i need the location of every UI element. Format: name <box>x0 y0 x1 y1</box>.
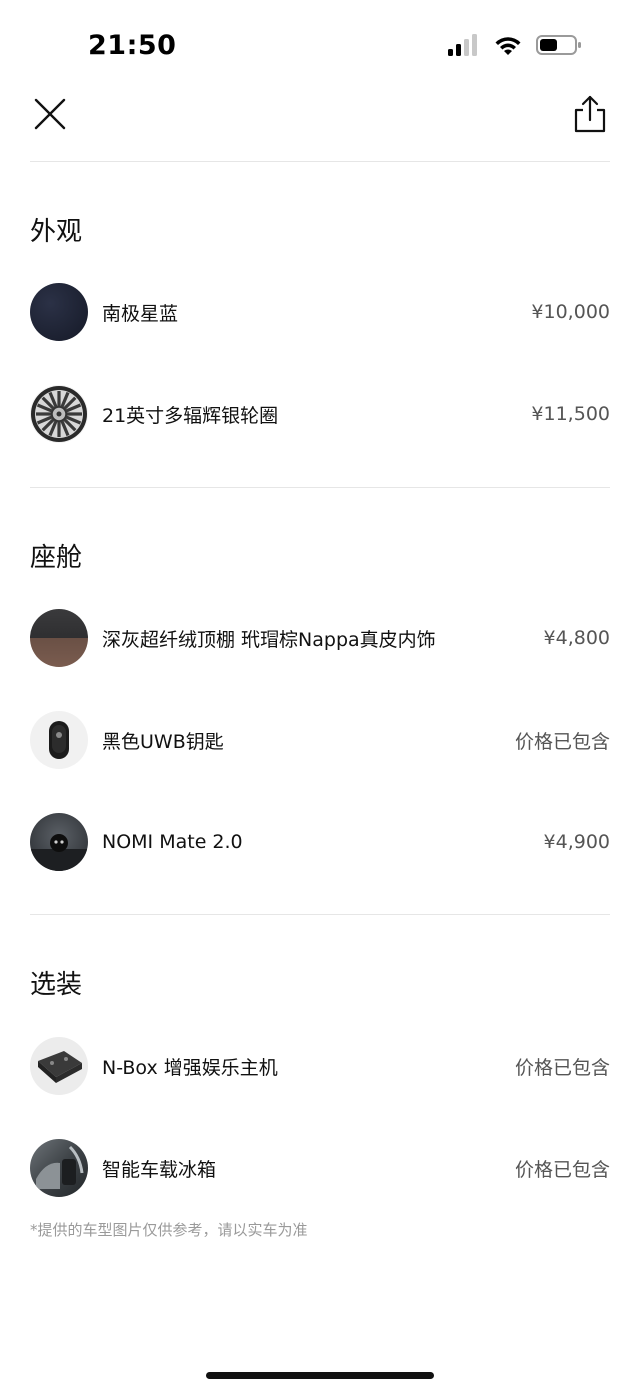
nomi-device-thumbnail <box>30 813 88 871</box>
cellular-signal-icon <box>448 34 477 56</box>
status-time: 21:50 <box>88 30 177 61</box>
item-price: ¥10,000 <box>531 301 610 323</box>
item-name: 南极星蓝 <box>102 302 179 325</box>
item-name: N-Box 增强娱乐主机 <box>102 1056 278 1079</box>
battery-icon <box>536 35 581 55</box>
interior-swatch-thumbnail <box>30 609 88 667</box>
item-name: NOMI Mate 2.0 <box>102 831 243 853</box>
item-name: 深灰超纤绒顶棚 玳瑁棕Nappa真皮内饰 <box>102 628 436 651</box>
n-box-console-thumbnail <box>30 1037 88 1095</box>
item-price: 价格已包含 <box>514 1056 610 1079</box>
close-icon <box>34 98 66 130</box>
car-fridge-thumbnail <box>30 1139 88 1197</box>
close-button[interactable] <box>30 94 70 134</box>
item-price: 价格已包含 <box>514 730 610 753</box>
section-title-exterior: 外观 <box>30 217 83 247</box>
dark-blue-swatch-thumbnail <box>30 283 88 341</box>
section-title-cabin: 座舱 <box>30 543 83 573</box>
divider <box>30 914 610 915</box>
item-name: 黑色UWB钥匙 <box>102 730 224 753</box>
item-price: ¥4,800 <box>543 627 610 649</box>
item-name: 21英寸多辐辉银轮圈 <box>102 404 279 427</box>
list-item-n-box[interactable]: N-Box 增强娱乐主机 价格已包含 <box>30 1036 610 1096</box>
share-icon <box>574 95 606 133</box>
share-button[interactable] <box>570 94 610 134</box>
list-item-interior[interactable]: 深灰超纤绒顶棚 玳瑁棕Nappa真皮内饰 ¥4,800 <box>30 608 610 668</box>
uwb-key-thumbnail <box>30 711 88 769</box>
status-icons <box>448 34 582 56</box>
status-bar: 21:50 <box>0 0 640 80</box>
list-item-uwb-key[interactable]: 黑色UWB钥匙 价格已包含 <box>30 710 610 770</box>
item-price: ¥4,900 <box>543 831 610 853</box>
home-indicator[interactable] <box>206 1372 434 1379</box>
section-title-options: 选装 <box>30 970 83 1000</box>
list-item-wheels[interactable]: 21英寸多辐辉银轮圈 ¥11,500 <box>30 384 610 444</box>
divider <box>30 487 610 488</box>
list-item-nomi[interactable]: NOMI Mate 2.0 ¥4,900 <box>30 812 610 872</box>
item-price: ¥11,500 <box>531 403 610 425</box>
list-item-exterior-color[interactable]: 南极星蓝 ¥10,000 <box>30 282 610 342</box>
wheel-rim-thumbnail <box>30 385 88 443</box>
disclaimer-footnote: *提供的车型图片仅供参考，请以实车为准 <box>30 1221 308 1239</box>
divider <box>30 161 610 162</box>
wifi-icon <box>495 37 521 55</box>
item-price: 价格已包含 <box>514 1158 610 1181</box>
item-name: 智能车载冰箱 <box>102 1158 217 1181</box>
list-item-car-fridge[interactable]: 智能车载冰箱 价格已包含 <box>30 1138 610 1198</box>
